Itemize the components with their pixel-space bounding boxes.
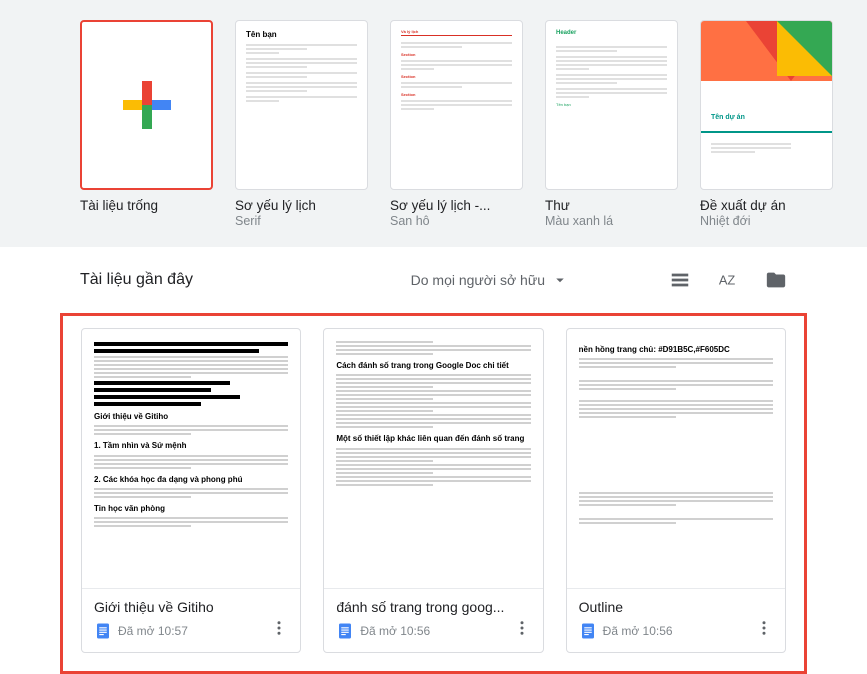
template-resume-serif[interactable]: Tên bạn Sơ yếu lý lịch Serif bbox=[235, 20, 368, 229]
google-docs-icon bbox=[336, 622, 354, 640]
doc-card[interactable]: Giới thiệu về Gitiho 1. Tầm nhìn và Sứ m… bbox=[81, 328, 301, 653]
template-title: Sơ yếu lý lịch -... bbox=[390, 198, 523, 214]
template-subtitle: San hô bbox=[390, 214, 523, 229]
chevron-down-icon bbox=[551, 271, 569, 289]
doc-card[interactable]: Cách đánh số trang trong Google Doc chi … bbox=[323, 328, 543, 653]
recent-header: Tài liệu gần đây bbox=[80, 271, 193, 289]
google-docs-icon bbox=[579, 622, 597, 640]
doc-title: đánh số trang trong goog... bbox=[336, 599, 530, 615]
doc-title: Giới thiệu về Gitiho bbox=[94, 599, 288, 615]
preview-heading: 2. Các khóa học đa dạng và phong phú bbox=[94, 474, 288, 485]
sort-az-icon[interactable]: AZ bbox=[717, 269, 739, 291]
recent-docs-grid: Giới thiệu về Gitiho 1. Tầm nhìn và Sứ m… bbox=[60, 313, 807, 674]
folder-icon[interactable] bbox=[765, 269, 787, 291]
template-title: Tài liệu trống bbox=[80, 198, 213, 214]
recent-header-row: Tài liệu gần đây Do mọi người sở hữu AZ bbox=[0, 247, 867, 301]
preview-heading: Cách đánh số trang trong Google Doc chi … bbox=[336, 360, 530, 371]
google-docs-icon bbox=[94, 622, 112, 640]
template-blank[interactable]: Tài liệu trống bbox=[80, 20, 213, 229]
preview-heading: Giới thiệu về Gitiho bbox=[94, 411, 288, 422]
template-resume-coral[interactable]: Và lý lịch Section Section Section bbox=[390, 20, 523, 229]
template-thumb[interactable]: Tên bạn bbox=[235, 20, 368, 190]
template-title: Thư bbox=[545, 198, 678, 214]
template-title: Sơ yếu lý lịch bbox=[235, 198, 368, 214]
template-thumb[interactable]: Và lý lịch Section Section Section bbox=[390, 20, 523, 190]
more-button[interactable] bbox=[270, 619, 288, 642]
template-thumb[interactable]: Header Tên bạn bbox=[545, 20, 678, 190]
fake-heading: Tên dự án bbox=[711, 113, 745, 124]
template-subtitle: Nhiệt đới bbox=[700, 214, 833, 229]
template-letter-green[interactable]: Header Tên bạn Thư Màu xanh lá bbox=[545, 20, 678, 229]
doc-preview: Giới thiệu về Gitiho 1. Tầm nhìn và Sứ m… bbox=[82, 329, 300, 589]
preview-heading: 1. Tầm nhìn và Sứ mệnh bbox=[94, 440, 288, 451]
plus-icon bbox=[142, 81, 152, 129]
fake-heading: Tên bạn bbox=[246, 29, 357, 41]
owner-filter-label: Do mọi người sở hữu bbox=[411, 272, 545, 288]
doc-meta: Đã mở 10:57 bbox=[118, 624, 264, 638]
doc-preview: nền hồng trang chủ: #D91B5C,#F605DC bbox=[567, 329, 785, 589]
template-title: Đề xuất dự án bbox=[700, 198, 833, 214]
template-proposal-tropical[interactable]: Tên dự án Đề xuất dự án Nhiệt đới bbox=[700, 20, 833, 229]
template-blank-thumb[interactable] bbox=[80, 20, 213, 190]
doc-preview: Cách đánh số trang trong Google Doc chi … bbox=[324, 329, 542, 589]
preview-heading: nền hồng trang chủ: #D91B5C,#F605DC bbox=[579, 344, 773, 355]
more-button[interactable] bbox=[755, 619, 773, 642]
doc-title: Outline bbox=[579, 599, 773, 615]
preview-heading: Tin học văn phòng bbox=[94, 503, 288, 514]
list-view-icon[interactable] bbox=[669, 269, 691, 291]
more-button[interactable] bbox=[513, 619, 531, 642]
more-vert-icon bbox=[755, 619, 773, 637]
more-vert-icon bbox=[513, 619, 531, 637]
owner-filter[interactable]: Do mọi người sở hữu bbox=[411, 271, 569, 289]
more-vert-icon bbox=[270, 619, 288, 637]
preview-heading: Một số thiết lập khác liên quan đến đánh… bbox=[336, 433, 530, 444]
template-subtitle: Serif bbox=[235, 214, 368, 229]
doc-meta: Đã mở 10:56 bbox=[360, 624, 506, 638]
doc-card[interactable]: nền hồng trang chủ: #D91B5C,#F605DC Outl… bbox=[566, 328, 786, 653]
template-gallery: Tài liệu trống Tên bạn bbox=[0, 0, 867, 247]
template-thumb[interactable]: Tên dự án bbox=[700, 20, 833, 190]
doc-meta: Đã mở 10:56 bbox=[603, 624, 749, 638]
template-subtitle: Màu xanh lá bbox=[545, 214, 678, 229]
